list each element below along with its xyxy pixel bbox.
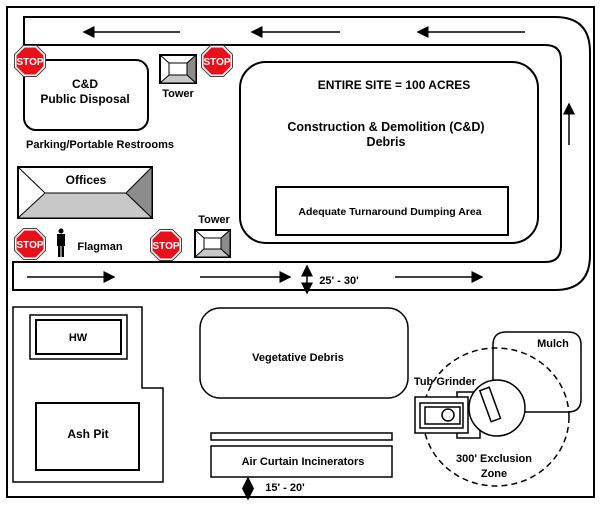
air-curtain-label: Air Curtain Incinerators bbox=[242, 456, 365, 468]
parking-label: Parking/Portable Restrooms bbox=[26, 139, 174, 151]
stop-sign-icon: STOP bbox=[14, 45, 46, 77]
hw-label: HW bbox=[69, 332, 88, 344]
svg-text:STOP: STOP bbox=[203, 57, 230, 68]
offices-label: Offices bbox=[66, 173, 107, 187]
exclusion-zone-label: Zone bbox=[481, 468, 507, 480]
exclusion-zone-label: 300' Exclusion bbox=[456, 453, 532, 465]
gap-width-label: 15' - 20' bbox=[265, 482, 305, 494]
road-width-label: 25' - 30' bbox=[319, 275, 359, 287]
svg-text:STOP: STOP bbox=[152, 241, 179, 252]
incinerator-bar bbox=[210, 432, 393, 441]
cd-debris-label: Debris bbox=[367, 135, 406, 149]
entire-site-label: ENTIRE SITE = 100 ACRES bbox=[318, 78, 471, 92]
stop-sign-icon: STOP bbox=[14, 228, 46, 260]
svg-text:STOP: STOP bbox=[16, 57, 43, 68]
vegetative-label: Vegetative Debris bbox=[252, 352, 344, 364]
svg-text:STOP: STOP bbox=[16, 240, 43, 251]
flagman-label: Flagman bbox=[77, 241, 123, 253]
stop-sign-icon: STOP bbox=[150, 229, 182, 261]
stop-sign-icon: STOP bbox=[201, 45, 233, 77]
cd-public-label: C&D bbox=[72, 77, 98, 91]
cd-debris-label: Construction & Demolition (C&D) bbox=[287, 120, 484, 134]
tower-icon bbox=[193, 228, 232, 259]
cd-public-label: Public Disposal bbox=[40, 92, 129, 106]
tub-grinder-label: Tub Grinder bbox=[414, 376, 477, 388]
ash-pit-label: Ash Pit bbox=[67, 427, 108, 441]
flagman-icon bbox=[57, 228, 65, 257]
tub-grinder bbox=[414, 379, 526, 439]
tower-label: Tower bbox=[162, 88, 194, 100]
tower-label: Tower bbox=[198, 214, 230, 226]
mulch-label: Mulch bbox=[537, 338, 569, 350]
site-layout-diagram: C&D Public Disposal Parking/Portable Res… bbox=[6, 6, 595, 501]
turnaround-label: Adequate Turnaround Dumping Area bbox=[298, 206, 481, 218]
tower-icon bbox=[158, 53, 198, 85]
